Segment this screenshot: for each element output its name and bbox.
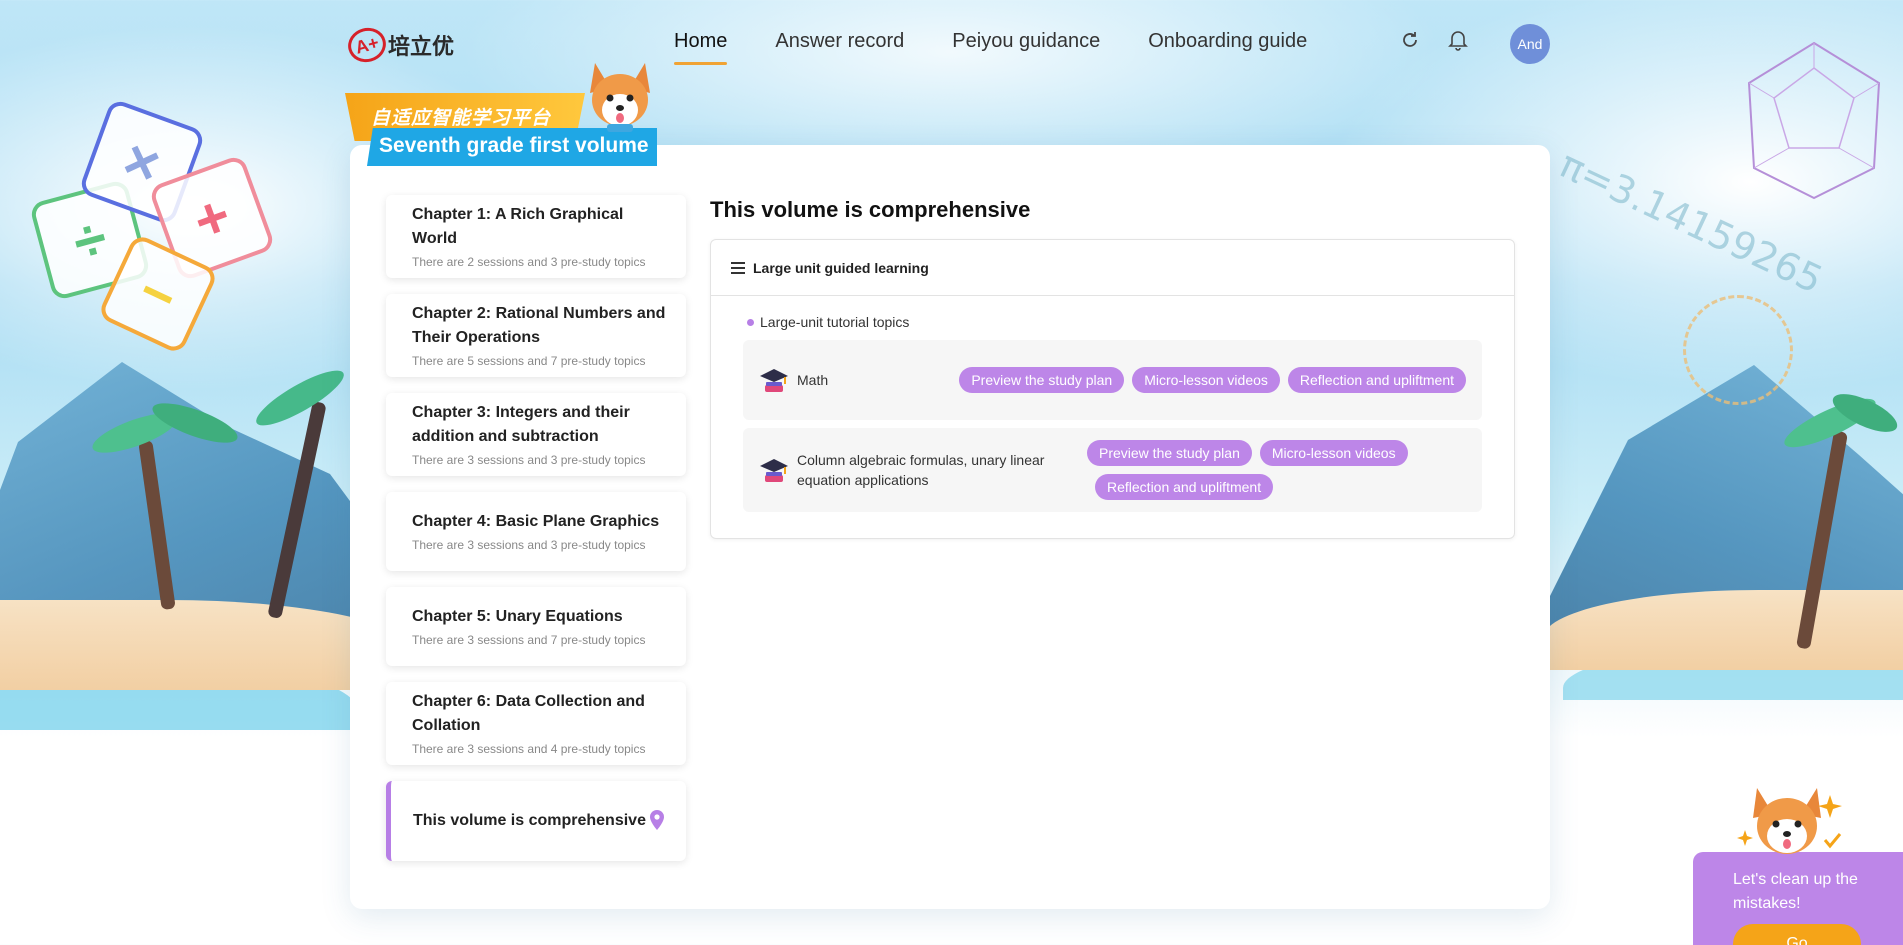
chapter-title: Chapter 4: Basic Plane Graphics — [412, 513, 660, 530]
top-header: A+ 培立优 Home Answer record Peiyou guidanc… — [0, 0, 1903, 90]
nav-peiyou-guidance[interactable]: Peiyou guidance — [952, 30, 1100, 65]
chapter-subtitle: There are 3 sessions and 7 pre-study top… — [412, 633, 646, 647]
main-nav: Home Answer record Peiyou guidance Onboa… — [674, 30, 1307, 65]
unit-header: Large unit guided learning — [711, 240, 1514, 296]
logo-text: 培立优 — [388, 34, 455, 59]
chapter-item[interactable]: Chapter 3: Integers and their addition a… — [386, 393, 686, 476]
preview-study-plan-button[interactable]: Preview the study plan — [1087, 440, 1252, 466]
topic-name: Math — [797, 372, 829, 388]
graduation-cap-icon — [760, 459, 788, 482]
content-panel: This volume is comprehensive Large unit … — [710, 197, 1515, 539]
chapter-subtitle: There are 3 sessions and 4 pre-study top… — [412, 742, 646, 756]
refresh-icon[interactable] — [1398, 28, 1422, 52]
chapter-subtitle: There are 3 sessions and 3 pre-study top… — [412, 453, 646, 467]
chapter-item[interactable]: Chapter 2: Rational Numbers and Their Op… — [386, 294, 686, 377]
go-button[interactable]: Go — [1733, 924, 1861, 945]
nav-answer-record[interactable]: Answer record — [775, 30, 904, 65]
topic-tags: Preview the study plan Micro-lesson vide… — [959, 367, 1466, 393]
corgi-mascot-widget — [1737, 788, 1842, 854]
reflection-upliftment-button[interactable]: Reflection and upliftment — [1095, 474, 1274, 500]
header-icons — [1398, 28, 1470, 52]
preview-study-plan-button[interactable]: Preview the study plan — [959, 367, 1125, 393]
chapter-subtitle: There are 5 sessions and 7 pre-study top… — [412, 354, 646, 368]
chapter-subtitle: There are 2 sessions and 3 pre-study top… — [412, 255, 646, 269]
bell-icon[interactable] — [1446, 28, 1470, 52]
user-avatar[interactable]: And — [1510, 24, 1550, 64]
topic-row: Column algebraic formulas, unary linear … — [743, 428, 1482, 512]
content-title: This volume is comprehensive — [710, 197, 1031, 222]
chapter-item[interactable]: Chapter 5: Unary Equations There are 3 s… — [386, 587, 686, 666]
nav-onboarding-guide[interactable]: Onboarding guide — [1148, 30, 1307, 65]
chapter-title: This volume is comprehensive — [413, 812, 646, 829]
chapter-item[interactable]: Chapter 6: Data Collection and Collation… — [386, 682, 686, 765]
chapter-title: Chapter 1: A Rich Graphical World — [412, 206, 624, 247]
logo[interactable]: A+ 培立优 — [344, 23, 455, 67]
chapter-item-active[interactable]: This volume is comprehensive — [386, 781, 686, 861]
nav-home[interactable]: Home — [674, 30, 728, 65]
chapter-subtitle: There are 3 sessions and 3 pre-study top… — [412, 538, 646, 552]
topic-name: Column algebraic formulas, unary linear … — [797, 452, 1045, 488]
chapter-title: Chapter 6: Data Collection and Collation — [412, 693, 645, 734]
corgi-mascot — [590, 63, 650, 132]
bullet-dot — [747, 318, 754, 326]
micro-lesson-videos-button[interactable]: Micro-lesson videos — [1259, 440, 1408, 466]
logo-mark: A+ — [344, 23, 390, 67]
mistakes-text: Let's clean up the mistakes! — [1733, 871, 1858, 912]
list-icon — [731, 261, 745, 274]
unit-box: Large unit guided learning Large-unit tu… — [710, 239, 1515, 539]
topics-label-text: Large-unit tutorial topics — [760, 314, 910, 330]
topic-tags: Preview the study plan Micro-lesson vide… — [1087, 440, 1417, 500]
unit-header-title: Large unit guided learning — [753, 259, 929, 276]
topic-row: Math Preview the study plan Micro-lesson… — [743, 340, 1482, 420]
chapter-title: Chapter 5: Unary Equations — [412, 608, 623, 625]
chapter-title: Chapter 2: Rational Numbers and Their Op… — [412, 305, 666, 346]
topic-left: Column algebraic formulas, unary linear … — [759, 450, 1079, 490]
micro-lesson-videos-button[interactable]: Micro-lesson videos — [1132, 367, 1280, 393]
topic-left: Math — [759, 365, 959, 395]
graduation-cap-icon — [760, 369, 788, 392]
spiral-decoration — [1683, 295, 1793, 405]
main-card: Chapter 1: A Rich Graphical World There … — [350, 145, 1550, 909]
topics-label: Large-unit tutorial topics — [747, 314, 1514, 330]
chapter-item[interactable]: Chapter 1: A Rich Graphical World There … — [386, 195, 686, 278]
chapter-title: Chapter 3: Integers and their addition a… — [412, 404, 630, 445]
chapter-list: Chapter 1: A Rich Graphical World There … — [386, 195, 686, 877]
reflection-upliftment-button[interactable]: Reflection and upliftment — [1287, 367, 1466, 393]
chapter-item[interactable]: Chapter 4: Basic Plane Graphics There ar… — [386, 492, 686, 571]
location-pin-icon — [650, 810, 664, 830]
